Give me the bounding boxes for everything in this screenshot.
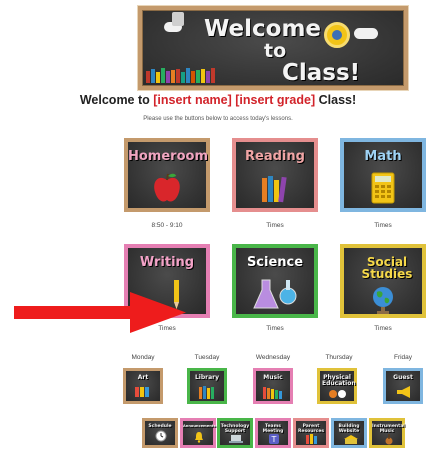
teams-meeting-label: Teams Meeting bbox=[262, 424, 284, 434]
books-icon bbox=[262, 176, 287, 203]
building-website-button[interactable]: Building Website bbox=[331, 418, 367, 448]
instruction-text: Please use the buttons below to access t… bbox=[143, 116, 293, 122]
violin-icon bbox=[385, 434, 393, 445]
physical-education-label: Physical Education bbox=[322, 374, 356, 387]
books-icon bbox=[146, 68, 215, 83]
day-label-tuesday: Tuesday bbox=[194, 354, 220, 361]
day-label-monday: Monday bbox=[131, 354, 155, 361]
instrumental-music-label: Instrumental Music bbox=[372, 424, 405, 434]
svg-text:T: T bbox=[271, 435, 277, 444]
megaphone-icon bbox=[397, 386, 410, 398]
math-button[interactable]: Math bbox=[340, 138, 426, 212]
board-title: Homeroom bbox=[128, 149, 208, 164]
science-time: Times bbox=[266, 325, 284, 332]
xylophone-icon bbox=[263, 387, 282, 399]
day-label-friday: Friday bbox=[393, 354, 413, 361]
guest-button[interactable]: Guest bbox=[383, 368, 423, 404]
sun-icon bbox=[324, 22, 350, 48]
day-label-wednesday: Wednesday bbox=[255, 354, 291, 361]
name-placeholder: [insert name] bbox=[153, 93, 232, 107]
title-suffix: Class! bbox=[315, 93, 357, 107]
schedule-label: Schedule bbox=[148, 424, 172, 429]
homeroom-button[interactable]: Homeroom bbox=[124, 138, 210, 212]
art-button[interactable]: Art bbox=[123, 368, 163, 404]
teams-meeting-button[interactable]: Teams Meeting T bbox=[255, 418, 291, 448]
red-arrow-pointer bbox=[14, 292, 186, 333]
building-website-label: Building Website bbox=[338, 424, 360, 434]
laptop-icon bbox=[229, 435, 243, 443]
technology-support-label: Technology Support bbox=[220, 424, 250, 434]
flask-icon bbox=[253, 279, 297, 309]
banner-line-2: to bbox=[264, 40, 287, 62]
art-label: Art bbox=[137, 374, 149, 381]
music-label: Music bbox=[263, 374, 283, 381]
reading-button[interactable]: Reading bbox=[232, 138, 318, 212]
parent-resources-label: Parent Resources bbox=[297, 424, 325, 434]
grade-placeholder: [insert grade] bbox=[235, 93, 316, 107]
physical-education-button[interactable]: Physical Education bbox=[317, 368, 357, 404]
day-label-thursday: Thursday bbox=[325, 354, 353, 361]
paint-palette-icon bbox=[135, 387, 149, 397]
cloud-icon bbox=[354, 28, 378, 39]
library-button[interactable]: Library bbox=[187, 368, 227, 404]
parent-resources-button[interactable]: Parent Resources bbox=[293, 418, 329, 448]
apple-icon bbox=[154, 173, 180, 202]
announcements-label: Announcements bbox=[183, 424, 216, 428]
welcome-banner: Welcome to Class! bbox=[138, 6, 408, 90]
bell-icon bbox=[195, 432, 203, 443]
guest-label: Guest bbox=[393, 374, 413, 381]
sports-balls-icon bbox=[329, 390, 346, 398]
board-title: Social Studies bbox=[361, 255, 413, 281]
homeroom-time: 8:50 - 9:10 bbox=[151, 222, 183, 229]
social-studies-button[interactable]: Social Studies bbox=[340, 244, 426, 318]
school-building-icon bbox=[344, 435, 358, 444]
library-label: Library bbox=[194, 374, 220, 381]
board-title: Math bbox=[364, 149, 402, 164]
clock-icon bbox=[155, 430, 167, 442]
globe-icon bbox=[373, 287, 393, 314]
calculator-icon bbox=[371, 172, 395, 204]
title-prefix: Welcome to bbox=[79, 93, 154, 107]
books-icon bbox=[306, 434, 317, 444]
banner-line-1: Welcome bbox=[204, 16, 322, 42]
science-button[interactable]: Science bbox=[232, 244, 318, 318]
technology-support-button[interactable]: Technology Support bbox=[217, 418, 253, 448]
banner-line-3: Class! bbox=[282, 60, 361, 86]
math-time: Times bbox=[374, 222, 392, 229]
board-title: Writing bbox=[139, 255, 195, 270]
board-title: Science bbox=[246, 255, 304, 270]
reading-time: Times bbox=[266, 222, 284, 229]
books-icon bbox=[199, 386, 214, 399]
music-button[interactable]: Music bbox=[253, 368, 293, 404]
teams-icon: T bbox=[269, 434, 279, 444]
social-studies-time: Times bbox=[374, 325, 392, 332]
page-title: Welcome to [insert name] [insert grade] … bbox=[0, 93, 436, 107]
instrumental-music-button[interactable]: Instrumental Music bbox=[369, 418, 405, 448]
schedule-button[interactable]: Schedule bbox=[142, 418, 178, 448]
pencil-cup-icon bbox=[172, 12, 184, 26]
board-title: Reading bbox=[245, 149, 305, 164]
announcements-button[interactable]: Announcements bbox=[180, 418, 216, 448]
